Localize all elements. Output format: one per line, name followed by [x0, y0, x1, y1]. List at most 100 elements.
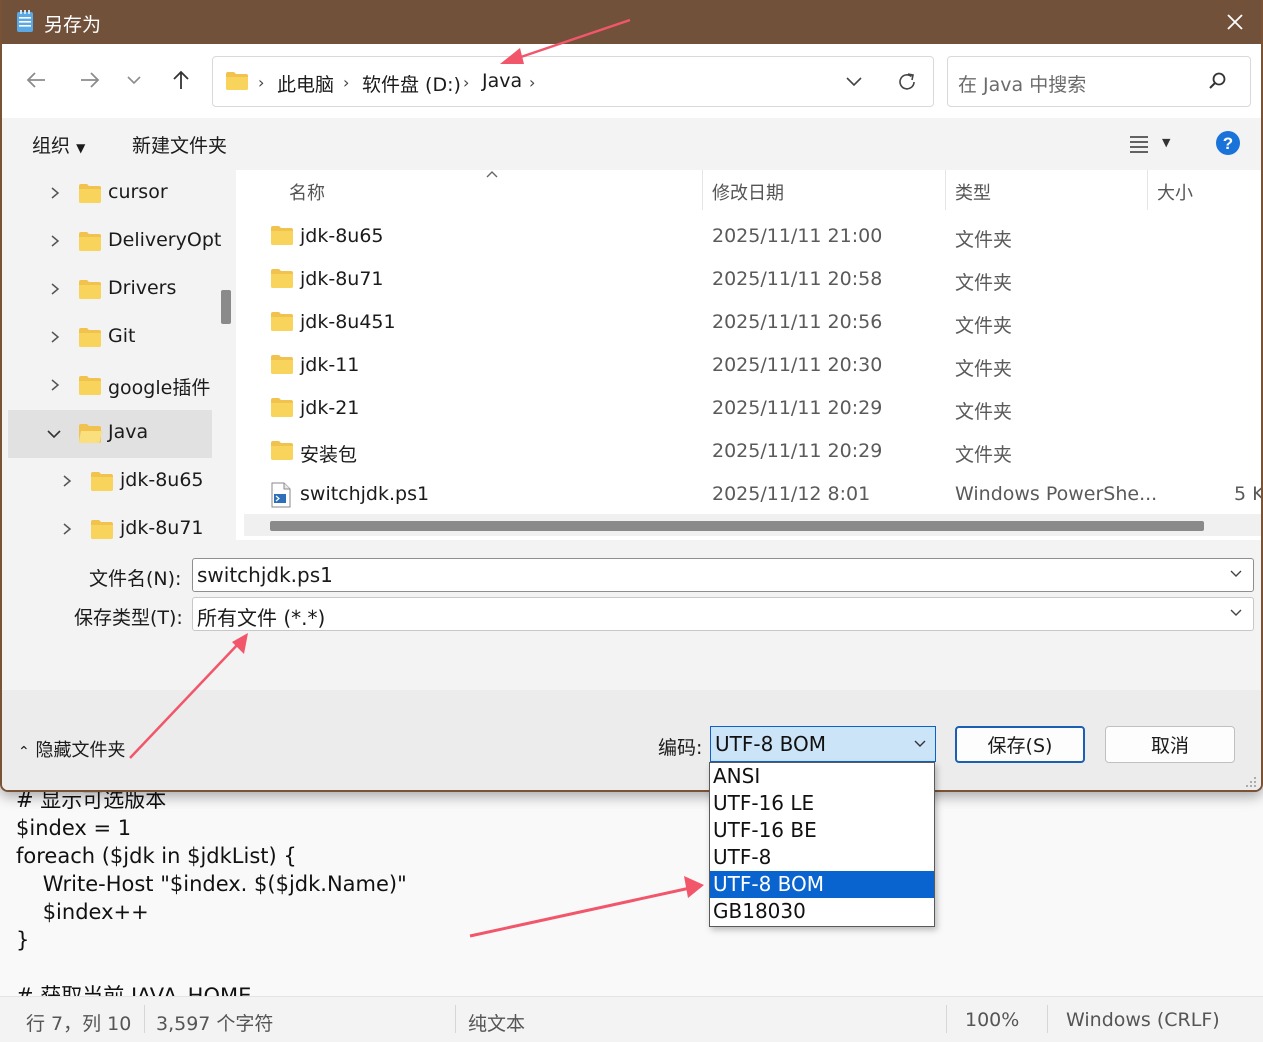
chevron-down-icon[interactable] — [913, 739, 927, 749]
status-cursor-position: 行 7，列 10 — [26, 1013, 132, 1035]
search-input[interactable]: 在 Java 中搜索 — [947, 56, 1251, 107]
new-folder-button[interactable]: 新建文件夹 — [132, 131, 227, 158]
arrow-right-icon — [81, 72, 100, 88]
code-line: $index++ — [16, 900, 149, 924]
breadcrumb-item[interactable]: 软件盘 (D:) — [362, 70, 461, 97]
chevron-down-icon — [127, 76, 141, 85]
file-row[interactable]: jdk-8u65 2025/11/11 21:00 文件夹 — [240, 216, 1261, 259]
tree-item-google-plugins[interactable]: google插件 — [8, 362, 212, 410]
cancel-button[interactable]: 取消 — [1105, 726, 1235, 763]
encoding-value: UTF-8 BOM — [715, 732, 827, 756]
status-line-ending[interactable]: Windows (CRLF) — [1066, 1009, 1220, 1031]
search-icon[interactable] — [1208, 71, 1228, 91]
file-date: 2025/11/11 21:00 — [712, 225, 883, 247]
file-size: 5 K — [1234, 483, 1261, 505]
recent-locations-button[interactable] — [118, 64, 150, 96]
tree-item-java[interactable]: Java — [8, 410, 212, 458]
scrollbar-thumb[interactable] — [270, 521, 1204, 531]
column-divider[interactable] — [945, 170, 946, 210]
tree-item-deliveryopt[interactable]: DeliveryOpt — [8, 218, 221, 266]
filetype-select[interactable]: 所有文件 (*.*) — [192, 597, 1254, 631]
file-date: 2025/11/11 20:29 — [712, 397, 883, 419]
chevron-right-icon[interactable] — [60, 521, 74, 537]
tree-item-jdk-8u65[interactable]: jdk-8u65 — [8, 458, 212, 506]
file-name: jdk-8u65 — [300, 225, 384, 247]
help-icon[interactable]: ? — [1215, 130, 1241, 156]
save-options-form: 文件名(N): switchjdk.ps1 保存类型(T): 所有文件 (*.*… — [2, 540, 1261, 690]
encoding-option-utf8[interactable]: UTF-8 — [710, 844, 934, 871]
organize-button[interactable]: 组织 ▼ — [32, 131, 85, 158]
file-type: Windows PowerShe... — [955, 483, 1158, 505]
chevron-right-icon[interactable] — [48, 329, 62, 345]
chevron-right-icon: › — [463, 73, 470, 92]
chevron-right-icon[interactable] — [60, 473, 74, 489]
back-button[interactable] — [20, 64, 52, 96]
file-row[interactable]: switchjdk.ps1 2025/11/12 8:01 Windows Po… — [240, 474, 1261, 517]
file-row[interactable]: jdk-21 2025/11/11 20:29 文件夹 — [240, 388, 1261, 431]
status-bar: 行 7，列 10 3,597 个字符 纯文本 100% Windows (CRL… — [0, 996, 1263, 1042]
chevron-right-icon[interactable] — [48, 233, 62, 249]
chevron-down-icon[interactable] — [1229, 608, 1243, 618]
file-row[interactable]: jdk-11 2025/11/11 20:30 文件夹 — [240, 345, 1261, 388]
forward-button[interactable] — [74, 64, 106, 96]
column-divider[interactable] — [1147, 170, 1148, 210]
svg-text:?: ? — [1223, 134, 1233, 153]
status-zoom[interactable]: 100% — [965, 1009, 1019, 1031]
filename-field[interactable]: switchjdk.ps1 — [192, 558, 1254, 592]
encoding-option-ansi[interactable]: ANSI — [710, 763, 934, 790]
close-icon[interactable] — [1221, 8, 1249, 36]
column-header-size[interactable]: 大小 — [1157, 179, 1193, 205]
file-row[interactable]: 安装包 2025/11/11 20:29 文件夹 — [240, 431, 1261, 474]
notepad-editor[interactable]: # 显示可选版本 $index = 1 foreach ($jdk in $jd… — [0, 790, 1263, 996]
tree-item-cursor[interactable]: cursor — [8, 170, 212, 218]
status-separator — [1047, 1005, 1048, 1033]
address-bar[interactable]: › 此电脑 › 软件盘 (D:) › Java › — [212, 56, 934, 107]
tree-item-git[interactable]: Git — [8, 314, 212, 362]
folder-icon — [79, 184, 101, 203]
arrow-left-icon — [26, 72, 45, 88]
file-row[interactable]: jdk-8u451 2025/11/11 20:56 文件夹 — [240, 302, 1261, 345]
code-line: # 显示可选版本 — [16, 790, 167, 812]
hide-folders-toggle[interactable]: ⌃ 隐藏文件夹 — [18, 736, 125, 762]
navigation-pane[interactable]: cursor DeliveryOpt Drivers Git google插件 … — [2, 170, 236, 540]
dialog-titlebar[interactable]: 另存为 — [2, 0, 1261, 44]
breadcrumb-item[interactable]: 此电脑 — [277, 70, 334, 97]
column-divider[interactable] — [702, 170, 703, 210]
chevron-right-icon[interactable] — [48, 377, 62, 393]
tree-item-jdk-8u71[interactable]: jdk-8u71 — [8, 506, 212, 540]
chevron-down-icon[interactable] — [1229, 569, 1243, 579]
refresh-icon[interactable] — [896, 71, 918, 93]
chevron-right-icon[interactable] — [48, 281, 62, 297]
encoding-option-gb18030[interactable]: GB18030 — [710, 898, 934, 925]
encoding-dropdown-list[interactable]: ANSI UTF-16 LE UTF-16 BE UTF-8 UTF-8 BOM… — [709, 762, 935, 927]
file-list-scrollbar[interactable] — [244, 514, 1261, 536]
navigation-pane-scrollbar[interactable] — [221, 290, 231, 324]
chevron-right-icon[interactable] — [48, 185, 62, 201]
encoding-select[interactable]: UTF-8 BOM — [710, 726, 936, 762]
file-name: jdk-21 — [300, 397, 360, 419]
encoding-option-utf16le[interactable]: UTF-16 LE — [710, 790, 934, 817]
column-header-date[interactable]: 修改日期 — [712, 179, 784, 205]
view-list-icon[interactable] — [1128, 134, 1150, 154]
chevron-down-icon[interactable] — [46, 427, 62, 441]
column-header-name[interactable]: 名称 — [289, 179, 325, 205]
tree-item-drivers[interactable]: Drivers — [8, 266, 212, 314]
caret-down-icon[interactable]: ▼ — [1162, 136, 1170, 149]
column-header-type[interactable]: 类型 — [955, 179, 991, 205]
breadcrumb-item[interactable]: Java — [482, 70, 522, 92]
file-list[interactable]: 名称 修改日期 类型 大小 jdk-8u65 2025/11/11 21:00 … — [240, 170, 1261, 540]
tree-item-label: jdk-8u71 — [120, 517, 204, 539]
resize-grip-icon[interactable] — [1243, 774, 1257, 788]
encoding-option-utf8-bom[interactable]: UTF-8 BOM — [710, 871, 934, 898]
tree-item-label: Git — [108, 325, 136, 347]
up-button[interactable] — [165, 64, 197, 96]
encoding-label: 编码: — [658, 737, 703, 759]
file-name: jdk-8u71 — [300, 268, 384, 290]
file-row[interactable]: jdk-8u71 2025/11/11 20:58 文件夹 — [240, 259, 1261, 302]
encoding-option-utf16be[interactable]: UTF-16 BE — [710, 817, 934, 844]
tree-item-label: DeliveryOpt — [108, 229, 222, 251]
file-date: 2025/11/11 20:29 — [712, 440, 883, 462]
chevron-down-icon[interactable] — [845, 76, 863, 88]
folder-icon — [79, 376, 101, 395]
save-button[interactable]: 保存(S) — [955, 726, 1085, 763]
